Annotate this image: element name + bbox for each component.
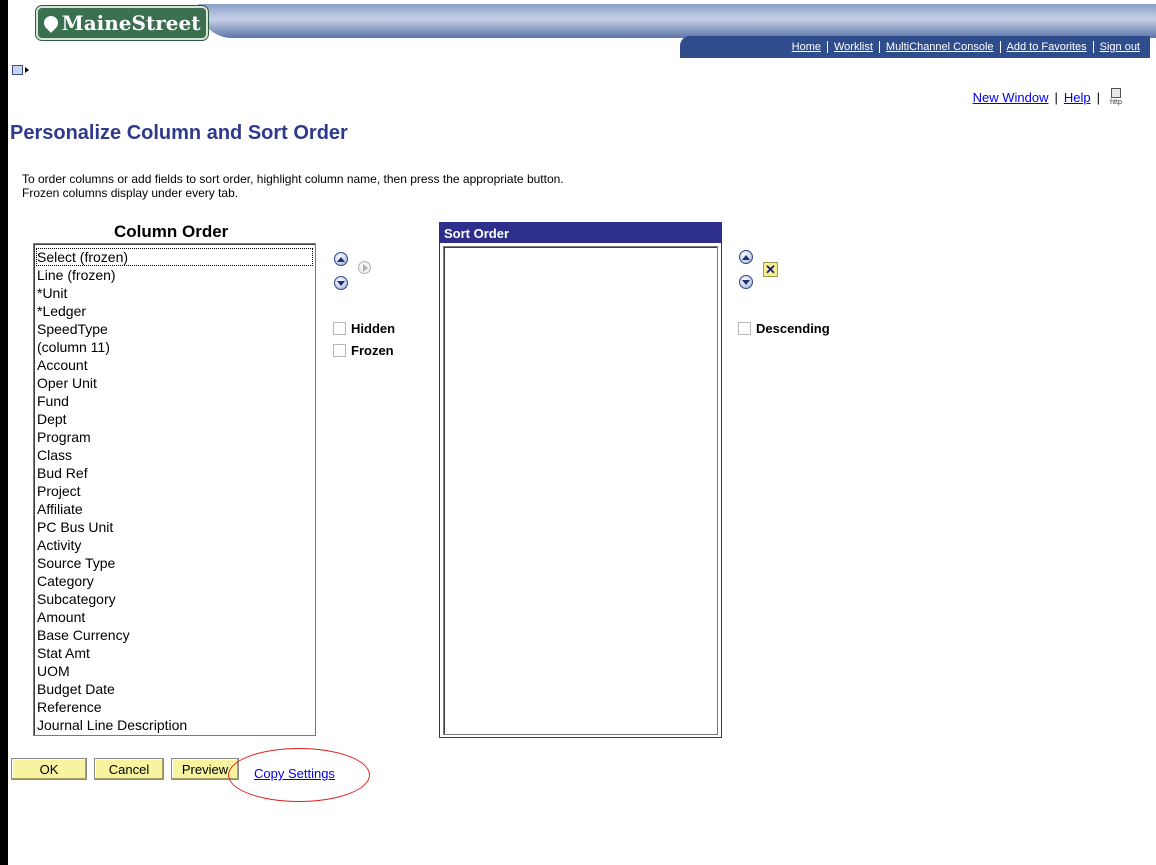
column-order-option[interactable]: Oper Unit: [36, 374, 313, 392]
top-links: New Window | Help | http: [973, 88, 1126, 106]
column-order-option[interactable]: (column 11): [36, 338, 313, 356]
annotation-highlight-ellipse: [228, 748, 370, 802]
hidden-checkbox[interactable]: [333, 322, 346, 335]
column-order-option[interactable]: Base Currency: [36, 626, 313, 644]
descending-checkbox[interactable]: [738, 322, 751, 335]
nav-link-sign-out[interactable]: Sign out: [1092, 41, 1146, 53]
column-order-option[interactable]: Reference: [36, 698, 313, 716]
column-order-option[interactable]: SpeedType: [36, 320, 313, 338]
frozen-label: Frozen: [351, 343, 394, 358]
column-order-option[interactable]: Journal Line Description: [36, 716, 313, 734]
column-order-option[interactable]: Project: [36, 482, 313, 500]
nav-link-multichannel-console[interactable]: MultiChannel Console: [878, 41, 1000, 53]
logo-icon: [40, 13, 61, 33]
column-order-option[interactable]: *Ledger: [36, 302, 313, 320]
column-order-option[interactable]: Bud Ref: [36, 464, 313, 482]
frozen-checkbox[interactable]: [333, 344, 346, 357]
column-move-down-icon[interactable]: [334, 276, 348, 290]
sort-move-up-icon[interactable]: [739, 250, 753, 264]
http-page-icon[interactable]: http: [1106, 88, 1126, 106]
instruction-line: Frozen columns display under every tab.: [22, 186, 239, 200]
link-separator: |: [1096, 89, 1100, 105]
window-left-border: [0, 0, 8, 865]
column-order-option[interactable]: Subcategory: [36, 590, 313, 608]
column-order-option[interactable]: Affiliate: [36, 500, 313, 518]
descending-label: Descending: [756, 321, 830, 336]
column-order-option[interactable]: Select (frozen): [36, 248, 313, 266]
sort-order-listbox[interactable]: [443, 246, 718, 735]
column-order-option[interactable]: *Unit: [36, 284, 313, 302]
sort-move-down-icon[interactable]: [739, 275, 753, 289]
new-window-link[interactable]: New Window: [973, 90, 1049, 105]
column-order-option[interactable]: Amount: [36, 608, 313, 626]
nav-link-add-to-favorites[interactable]: Add to Favorites: [999, 41, 1093, 53]
help-link[interactable]: Help: [1064, 90, 1091, 105]
column-order-option[interactable]: PC Bus Unit: [36, 518, 313, 536]
column-order-option[interactable]: Stat Amt: [36, 644, 313, 662]
nav-link-worklist[interactable]: Worklist: [826, 41, 879, 53]
frozen-checkbox-row[interactable]: Frozen: [333, 343, 394, 358]
column-order-option[interactable]: Activity: [36, 536, 313, 554]
column-order-option[interactable]: UOM: [36, 662, 313, 680]
ok-button[interactable]: OK: [11, 758, 87, 780]
instructions: To order columns or add fields to sort o…: [22, 172, 564, 200]
header-band: [198, 4, 1156, 38]
column-order-option[interactable]: Budget Date: [36, 680, 313, 698]
nav-link-home[interactable]: Home: [786, 41, 827, 53]
hidden-checkbox-row[interactable]: Hidden: [333, 321, 395, 336]
link-separator: |: [1054, 89, 1058, 105]
descending-checkbox-row[interactable]: Descending: [738, 321, 830, 336]
header: MaineStreet Home Worklist MultiChannel C…: [8, 0, 1156, 60]
column-order-option[interactable]: Category: [36, 572, 313, 590]
column-order-listbox[interactable]: Select (frozen) Line (frozen) *Unit *Ledger…: [33, 243, 316, 736]
remove-x-icon[interactable]: ✕: [763, 262, 778, 277]
logo: MaineStreet: [36, 6, 208, 40]
column-order-label: Column Order: [114, 222, 229, 241]
column-order-option[interactable]: Fund: [36, 392, 313, 410]
page-title: Personalize Column and Sort Order: [10, 122, 348, 144]
header-nav: Home Worklist MultiChannel Console Add t…: [680, 36, 1150, 58]
column-move-up-icon[interactable]: [334, 252, 348, 266]
column-order-option[interactable]: Program: [36, 428, 313, 446]
column-order-option[interactable]: Class: [36, 446, 313, 464]
cancel-button[interactable]: Cancel: [94, 758, 164, 780]
menu-toggle-icon[interactable]: [12, 65, 29, 75]
logo-text: MaineStreet: [61, 11, 201, 35]
instruction-line: To order columns or add fields to sort o…: [22, 172, 564, 186]
column-order-option[interactable]: Line (frozen): [36, 266, 313, 284]
move-right-icon[interactable]: [358, 261, 371, 274]
sort-order-panel: Sort Order: [439, 222, 722, 738]
column-order-option[interactable]: Dept: [36, 410, 313, 428]
column-order-option[interactable]: Source Type: [36, 554, 313, 572]
column-order-option[interactable]: Account: [36, 356, 313, 374]
sort-order-header: Sort Order: [440, 223, 721, 243]
hidden-label: Hidden: [351, 321, 396, 336]
